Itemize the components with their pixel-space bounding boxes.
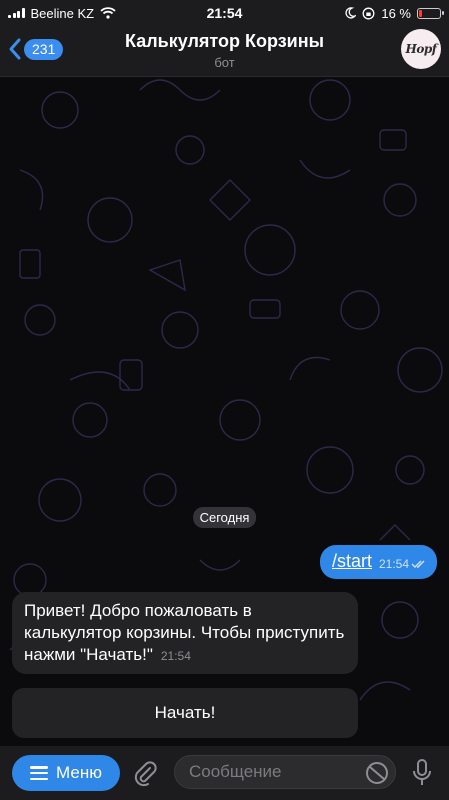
chat-title: Калькулятор Корзины xyxy=(124,31,324,51)
message-input-bar: Меню xyxy=(0,746,449,800)
hamburger-icon xyxy=(30,766,49,780)
paperclip-icon[interactable] xyxy=(132,759,158,787)
menu-button-label: Меню xyxy=(56,763,102,782)
status-right-group: 16 % xyxy=(344,5,444,21)
menu-button[interactable]: Меню xyxy=(12,755,120,791)
message-input[interactable] xyxy=(174,755,396,789)
carrier-group: Beeline KZ xyxy=(8,6,116,21)
moon-icon xyxy=(345,7,357,19)
wifi-icon xyxy=(100,7,116,19)
outgoing-message-text[interactable]: /start xyxy=(332,551,372,572)
date-separator: Сегодня xyxy=(192,507,257,528)
orientation-lock-icon xyxy=(362,7,375,19)
status-bar: Beeline KZ 21:54 16 % xyxy=(0,0,449,26)
sticker-icon[interactable] xyxy=(365,761,389,785)
chat-header: 231 Калькулятор Корзины бот Hopf xyxy=(0,26,449,77)
microphone-icon[interactable] xyxy=(412,758,432,788)
double-check-icon xyxy=(411,560,425,568)
outgoing-message[interactable]: /start 21:54 xyxy=(319,545,437,579)
chat-title-group[interactable]: Калькулятор Корзины бот xyxy=(0,31,449,70)
start-inline-button[interactable]: Начать! xyxy=(12,688,358,738)
outgoing-message-time: 21:54 xyxy=(378,557,409,571)
battery-level xyxy=(419,9,422,17)
carrier-name: Beeline KZ xyxy=(30,5,95,21)
signal-icon xyxy=(8,8,25,18)
battery-icon xyxy=(417,7,444,19)
battery-percent: 16 % xyxy=(381,5,411,21)
incoming-message[interactable]: Привет! Добро пожаловать в калькулятор к… xyxy=(12,592,358,674)
clock: 21:54 xyxy=(206,5,243,21)
avatar-logo: Hopf xyxy=(405,42,437,56)
incoming-message-time: 21:54 xyxy=(160,649,191,663)
bot-avatar[interactable]: Hopf xyxy=(401,29,441,69)
chat-subtitle: бот xyxy=(214,55,235,70)
outgoing-message-meta: 21:54 xyxy=(379,557,427,571)
chat-background-pattern xyxy=(9,79,443,701)
